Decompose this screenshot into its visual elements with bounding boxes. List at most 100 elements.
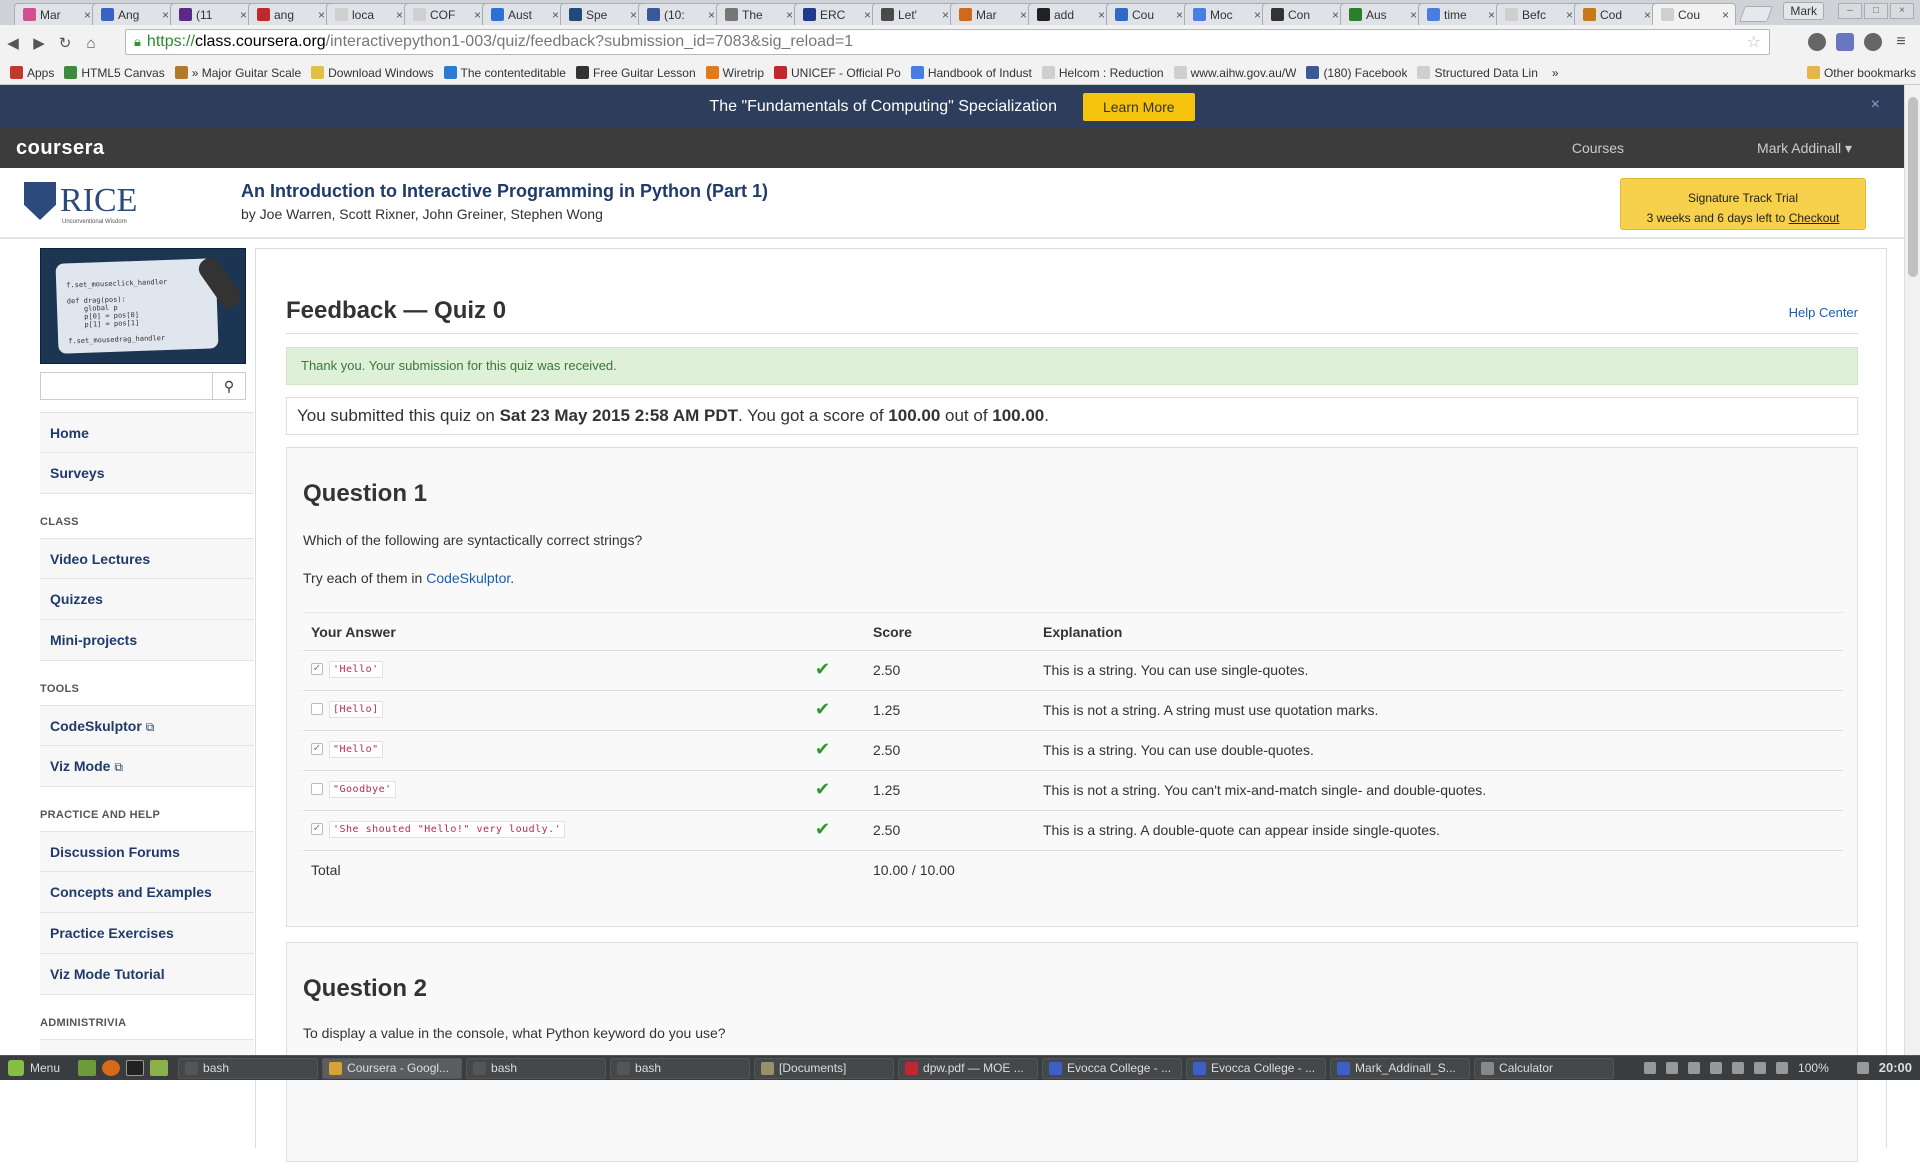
- browser-tab[interactable]: Cod ×: [1574, 3, 1658, 25]
- extension-globe-icon[interactable]: [1808, 33, 1826, 51]
- bookmark-star-icon[interactable]: ☆: [1747, 32, 1761, 52]
- help-center-link[interactable]: Help Center: [1789, 305, 1858, 320]
- taskbar-window-button[interactable]: bash: [178, 1057, 319, 1079]
- reload-icon[interactable]: ↻: [52, 34, 78, 52]
- taskbar-window-button[interactable]: Evocca College - ...: [1186, 1057, 1327, 1079]
- rice-logo[interactable]: RICE Unconventional Wisdom: [24, 182, 137, 225]
- coursera-logo[interactable]: coursera: [16, 137, 105, 160]
- volume-icon[interactable]: [1732, 1061, 1745, 1074]
- search-input[interactable]: [41, 373, 213, 399]
- bookmark-item[interactable]: UNICEF - Official Po: [774, 66, 901, 80]
- browser-tab[interactable]: (11 ×: [170, 3, 254, 25]
- bookmark-item[interactable]: (180) Facebook: [1306, 66, 1407, 80]
- bookmarks-overflow-button[interactable]: »: [1552, 66, 1559, 80]
- browser-tab[interactable]: COF ×: [404, 3, 488, 25]
- browser-tab[interactable]: Mar ×: [14, 3, 98, 25]
- tab-close-icon[interactable]: ×: [1098, 8, 1105, 22]
- network-icon[interactable]: [1644, 1061, 1657, 1074]
- home-icon[interactable]: ⌂: [78, 35, 104, 52]
- back-arrow-icon[interactable]: ◀: [0, 34, 26, 52]
- taskbar-window-button[interactable]: Evocca College - ...: [1042, 1057, 1183, 1079]
- shield-icon[interactable]: [1856, 1061, 1869, 1074]
- browser-tab[interactable]: Ang ×: [92, 3, 176, 25]
- sidebar-item-video-lectures[interactable]: Video Lectures: [40, 538, 254, 579]
- extension-ghost-icon[interactable]: [1864, 33, 1882, 51]
- taskbar-window-button[interactable]: Calculator: [1474, 1057, 1615, 1079]
- tab-close-icon[interactable]: ×: [1722, 8, 1729, 22]
- tab-close-icon[interactable]: ×: [1488, 8, 1495, 22]
- tab-close-icon[interactable]: ×: [84, 8, 91, 22]
- browser-tab[interactable]: ang ×: [248, 3, 332, 25]
- scrollbar-thumb[interactable]: [1908, 97, 1918, 277]
- address-bar[interactable]: 🔒︎ https:// class.coursera.org /interact…: [125, 29, 1770, 55]
- wifi-icon[interactable]: [1754, 1061, 1767, 1074]
- sidebar-item-quizzes[interactable]: Quizzes: [40, 579, 254, 620]
- chrome-menu-icon[interactable]: ≡: [1892, 33, 1910, 51]
- tab-close-icon[interactable]: ×: [240, 8, 247, 22]
- profile-button[interactable]: Mark: [1783, 2, 1824, 20]
- close-icon[interactable]: ×: [1871, 96, 1880, 114]
- courses-link[interactable]: Courses: [1572, 140, 1624, 156]
- sidebar-item-mini-projects[interactable]: Mini-projects: [40, 620, 254, 661]
- sidebar-item-viz-mode[interactable]: Viz Mode ⧉: [40, 746, 254, 787]
- bookmark-item[interactable]: Wiretrip: [705, 66, 764, 80]
- browser-tab[interactable]: Let' ×: [872, 3, 956, 25]
- browser-tab[interactable]: Con ×: [1262, 3, 1346, 25]
- sidebar-item-home[interactable]: Home: [40, 412, 254, 453]
- browser-tab[interactable]: ERC ×: [794, 3, 878, 25]
- sidebar-item-codeskulptor[interactable]: CodeSkulptor ⧉: [40, 705, 254, 746]
- maximize-icon[interactable]: □: [1864, 3, 1888, 19]
- other-bookmarks[interactable]: Other bookmarks: [1806, 66, 1916, 80]
- taskbar-window-button[interactable]: Mark_Addinall_S...: [1330, 1057, 1471, 1079]
- terminal-icon[interactable]: [126, 1060, 145, 1076]
- extension-php-icon[interactable]: [1836, 33, 1854, 51]
- taskbar-window-button[interactable]: dpw.pdf — MOE ...: [898, 1057, 1039, 1079]
- sidebar-item-viz-mode-tutorial[interactable]: Viz Mode Tutorial: [40, 954, 254, 995]
- browser-tab[interactable]: Befc ×: [1496, 3, 1580, 25]
- tab-close-icon[interactable]: ×: [162, 8, 169, 22]
- sidebar-item-concepts-and-examples[interactable]: Concepts and Examples: [40, 872, 254, 913]
- bookmark-item[interactable]: Download Windows: [311, 66, 434, 80]
- files-icon[interactable]: [150, 1060, 169, 1076]
- tab-close-icon[interactable]: ×: [708, 8, 715, 22]
- bluetooth-icon[interactable]: [1710, 1061, 1723, 1074]
- tab-close-icon[interactable]: ×: [552, 8, 559, 22]
- browser-tab[interactable]: Mar ×: [950, 3, 1034, 25]
- bookmark-item[interactable]: » Major Guitar Scale: [174, 66, 301, 80]
- show-desktop-icon[interactable]: [78, 1060, 97, 1076]
- bookmark-item[interactable]: www.aihw.gov.au/W: [1173, 66, 1296, 80]
- learn-more-button[interactable]: Learn More: [1082, 92, 1195, 121]
- bookmark-item[interactable]: Handbook of Indust: [910, 66, 1032, 80]
- browser-tab[interactable]: loca ×: [326, 3, 410, 25]
- start-menu-button[interactable]: Menu: [0, 1060, 68, 1076]
- codeskulptor-link[interactable]: CodeSkulptor: [426, 570, 510, 586]
- tab-close-icon[interactable]: ×: [630, 8, 637, 22]
- tab-close-icon[interactable]: ×: [786, 8, 793, 22]
- browser-tab[interactable]: time ×: [1418, 3, 1502, 25]
- tab-close-icon[interactable]: ×: [1644, 8, 1651, 22]
- course-title[interactable]: An Introduction to Interactive Programmi…: [241, 181, 768, 202]
- forward-arrow-icon[interactable]: ▶: [26, 34, 52, 52]
- firefox-icon[interactable]: [102, 1060, 121, 1076]
- tab-close-icon[interactable]: ×: [318, 8, 325, 22]
- minimize-icon[interactable]: –: [1838, 3, 1862, 19]
- bookmark-item[interactable]: HTML5 Canvas: [64, 66, 165, 80]
- tab-close-icon[interactable]: ×: [396, 8, 403, 22]
- tab-close-icon[interactable]: ×: [1410, 8, 1417, 22]
- close-window-icon[interactable]: ×: [1890, 3, 1914, 19]
- bookmark-item[interactable]: Structured Data Lin: [1417, 66, 1538, 80]
- search-icon[interactable]: ⚲: [213, 373, 245, 399]
- user-icon[interactable]: [1666, 1061, 1679, 1074]
- tab-close-icon[interactable]: ×: [864, 8, 871, 22]
- tab-close-icon[interactable]: ×: [1176, 8, 1183, 22]
- user-menu[interactable]: Mark Addinall ▾: [1757, 140, 1852, 157]
- clock[interactable]: 20:00: [1879, 1060, 1912, 1075]
- browser-tab[interactable]: Cou ×: [1106, 3, 1190, 25]
- browser-tab[interactable]: Aust ×: [482, 3, 566, 25]
- sidebar-item-practice-exercises[interactable]: Practice Exercises: [40, 913, 254, 954]
- page-scrollbar[interactable]: [1904, 85, 1920, 1055]
- browser-tab[interactable]: Moc ×: [1184, 3, 1268, 25]
- battery-icon[interactable]: [1776, 1061, 1789, 1074]
- tab-close-icon[interactable]: ×: [474, 8, 481, 22]
- tab-close-icon[interactable]: ×: [1566, 8, 1573, 22]
